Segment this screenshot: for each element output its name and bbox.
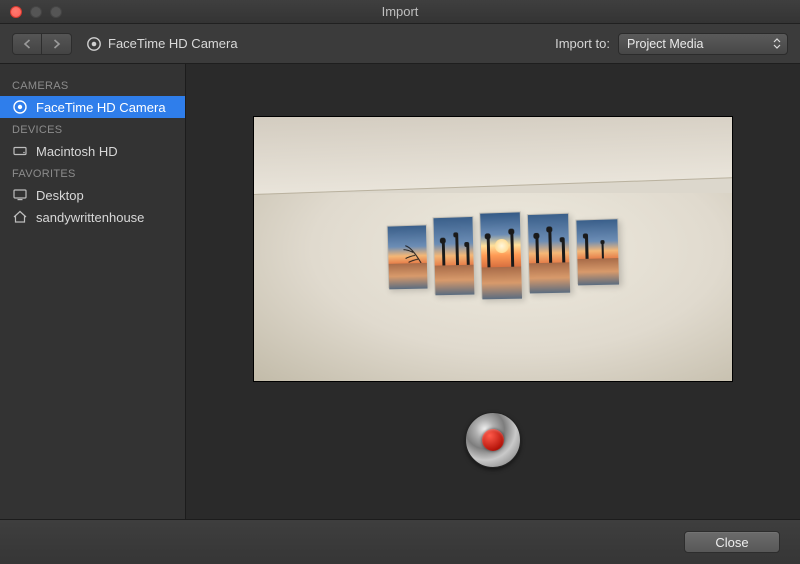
sidebar-item-home[interactable]: sandywrittenhouse (0, 206, 185, 228)
body: CAMERAS FaceTime HD Camera DEVICES Macin… (0, 64, 800, 519)
sidebar-item-label: Desktop (36, 188, 84, 203)
sidebar-item-facetime-camera[interactable]: FaceTime HD Camera (0, 96, 185, 118)
sidebar-item-label: sandywrittenhouse (36, 210, 144, 225)
nav-buttons (12, 33, 72, 55)
main-area (186, 64, 800, 519)
camera-preview (253, 116, 733, 382)
camera-indicator: FaceTime HD Camera (86, 36, 238, 52)
chevron-left-icon (23, 39, 32, 49)
footer: Close (0, 519, 800, 564)
section-devices: DEVICES (0, 118, 185, 140)
sidebar-item-label: Macintosh HD (36, 144, 118, 159)
sidebar-item-label: FaceTime HD Camera (36, 100, 166, 115)
section-favorites: FAVORITES (0, 162, 185, 184)
select-chevron-icon (773, 38, 781, 49)
back-button[interactable] (12, 33, 42, 55)
sidebar: CAMERAS FaceTime HD Camera DEVICES Macin… (0, 64, 186, 519)
toolbar: FaceTime HD Camera Import to: Project Me… (0, 24, 800, 64)
close-button[interactable]: Close (684, 531, 780, 553)
desktop-icon (12, 187, 28, 203)
section-cameras: CAMERAS (0, 74, 185, 96)
forward-button[interactable] (42, 33, 72, 55)
import-to-select[interactable]: Project Media (618, 33, 788, 55)
window-title: Import (0, 4, 800, 19)
house-icon (12, 209, 28, 225)
close-button-label: Close (715, 535, 748, 550)
camera-name: FaceTime HD Camera (108, 36, 238, 51)
disk-icon (12, 143, 28, 159)
import-to-value: Project Media (627, 37, 703, 51)
chevron-right-icon (52, 39, 61, 49)
camera-icon (12, 99, 28, 115)
sidebar-item-desktop[interactable]: Desktop (0, 184, 185, 206)
camera-icon (86, 36, 102, 52)
titlebar: Import (0, 0, 800, 24)
sidebar-item-macintosh-hd[interactable]: Macintosh HD (0, 140, 185, 162)
import-to-label: Import to: (555, 36, 610, 51)
record-button[interactable] (465, 412, 521, 468)
record-icon (482, 429, 504, 451)
import-to: Import to: Project Media (555, 33, 788, 55)
